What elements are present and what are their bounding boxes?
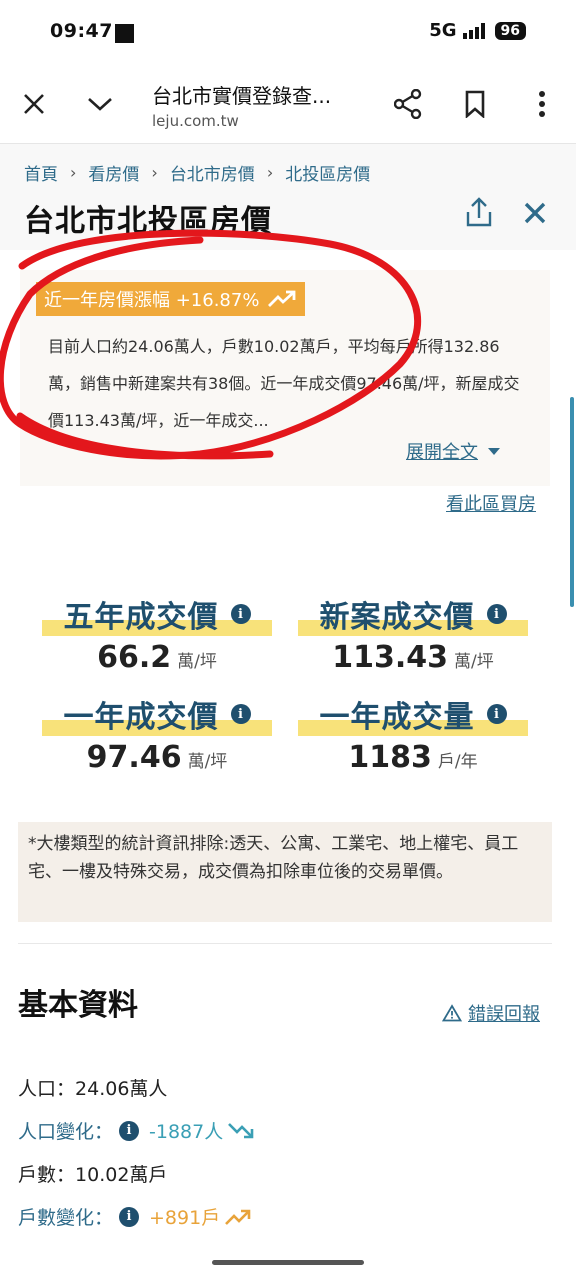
breadcrumb: 首頁 › 看房價 › 台北市房價 › 北投區房價 (24, 160, 370, 185)
stat-value: 66.2 (97, 640, 172, 675)
scrollbar[interactable] (570, 397, 574, 607)
households-row: 戶數： 10.02萬戶 (18, 1160, 167, 1187)
expand-full-text-button[interactable]: 展開全文 (406, 438, 500, 464)
page-title: 台北市北投區房價 (24, 204, 272, 239)
chevron-right-icon: › (151, 163, 158, 182)
share-icon[interactable] (390, 86, 426, 122)
status-time: 09:47 (50, 20, 113, 42)
report-error-label: 錯誤回報 (468, 1004, 540, 1025)
bookmark-icon[interactable] (457, 86, 493, 122)
signal-icon (462, 22, 485, 39)
status-bar: 09:47 5G 96 (0, 0, 576, 64)
breadcrumb-item-beitou[interactable]: 北投區房價 (285, 160, 370, 185)
stat-unit: 戶/年 (437, 752, 478, 772)
stat-title: 一年成交量 (319, 700, 475, 735)
warning-icon (442, 1004, 462, 1022)
stat-unit: 萬/坪 (187, 752, 228, 772)
price-trend-badge: 近一年房價漲幅 +16.87% (36, 282, 306, 316)
divider (18, 943, 552, 944)
population-change-label: 人口變化： (18, 1121, 114, 1143)
stat-title: 新案成交價 (319, 600, 475, 635)
chevron-right-icon: › (266, 163, 274, 182)
households-change-label: 戶數變化： (18, 1207, 114, 1229)
stat-five-year-price: 五年成交價 i 66.2 萬/坪 (42, 592, 272, 675)
expand-label: 展開全文 (406, 442, 478, 463)
population-label: 人口： (18, 1078, 76, 1100)
system-nav-bar (0, 1248, 576, 1280)
stat-title: 五年成交價 (63, 600, 219, 635)
report-error-link[interactable]: 錯誤回報 (442, 1000, 540, 1026)
notification-icon (115, 24, 134, 43)
page-content: 首頁 › 看房價 › 台北市房價 › 北投區房價 台北市北投區房價 近一年房價漲… (0, 144, 576, 1248)
caret-down-icon (488, 447, 500, 455)
more-options-icon[interactable] (524, 86, 560, 122)
network-label: 5G (429, 20, 457, 41)
info-icon[interactable]: i (486, 604, 507, 624)
stat-value: 1183 (348, 740, 432, 775)
breadcrumb-item-taipei[interactable]: 台北市房價 (170, 160, 255, 185)
info-icon[interactable]: i (230, 604, 251, 624)
trend-up-icon (225, 1209, 251, 1225)
page-header: 首頁 › 看房價 › 台北市房價 › 北投區房價 台北市北投區房價 (0, 144, 576, 250)
info-icon[interactable]: i (230, 704, 251, 724)
trend-up-icon (268, 290, 296, 307)
stat-new-project-price: 新案成交價 i 113.43 萬/坪 (298, 592, 528, 675)
households-value: 10.02萬戶 (75, 1164, 168, 1186)
stat-unit: 萬/坪 (177, 652, 217, 672)
info-icon[interactable]: i (486, 704, 507, 724)
share-page-icon[interactable] (462, 196, 496, 230)
population-change-row: 人口變化： i -1887人 (18, 1117, 255, 1144)
households-label: 戶數： (18, 1164, 76, 1186)
price-trend-text: 近一年房價漲幅 +16.87% (44, 290, 260, 311)
chevron-right-icon: › (70, 163, 77, 182)
households-change-row: 戶數變化： i +891戶 (18, 1203, 252, 1230)
battery-icon: 96 (494, 21, 526, 40)
stat-one-year-price: 一年成交價 i 97.46 萬/坪 (42, 692, 272, 775)
stat-title: 一年成交價 (63, 700, 219, 735)
statistics-note: *大樓類型的統計資訊排除:透天、公寓、工業宅、地上權宅、員工宅、一樓及特殊交易，… (18, 822, 552, 922)
breadcrumb-item-prices[interactable]: 看房價 (88, 160, 139, 185)
stat-value: 97.46 (86, 740, 182, 775)
home-gesture-handle[interactable] (212, 1260, 364, 1265)
buy-in-area-link[interactable]: 看此區買房 (446, 490, 536, 516)
population-change-value: -1887人 (149, 1121, 224, 1143)
basic-info-title: 基本資料 (18, 988, 138, 1023)
info-icon[interactable]: i (119, 1120, 140, 1141)
summary-card: 近一年房價漲幅 +16.87% 目前人口約24.06萬人，戶數10.02萬戶，平… (20, 270, 550, 486)
trend-down-icon (228, 1122, 254, 1138)
population-row: 人口： 24.06萬人 (18, 1074, 167, 1101)
status-indicators: 5G 96 (429, 20, 526, 41)
households-change-value: +891戶 (149, 1207, 221, 1229)
stat-unit: 萬/坪 (454, 652, 494, 672)
page-tab-title[interactable]: 台北市實價登錄查... (152, 80, 331, 109)
stat-value: 113.43 (332, 640, 449, 675)
page-url[interactable]: leju.com.tw (152, 112, 239, 130)
close-tab-icon[interactable] (16, 86, 52, 122)
browser-toolbar: 台北市實價登錄查... leju.com.tw (0, 64, 576, 144)
summary-text: 目前人口約24.06萬人，戶數10.02萬戶，平均每戶所得132.86萬，銷售中… (48, 337, 520, 430)
population-value: 24.06萬人 (75, 1078, 168, 1100)
info-icon[interactable]: i (119, 1206, 140, 1227)
close-icon[interactable] (520, 198, 550, 228)
chevron-down-icon[interactable] (82, 86, 118, 122)
stat-one-year-volume: 一年成交量 i 1183 戶/年 (298, 692, 528, 775)
breadcrumb-item-home[interactable]: 首頁 (24, 160, 58, 185)
